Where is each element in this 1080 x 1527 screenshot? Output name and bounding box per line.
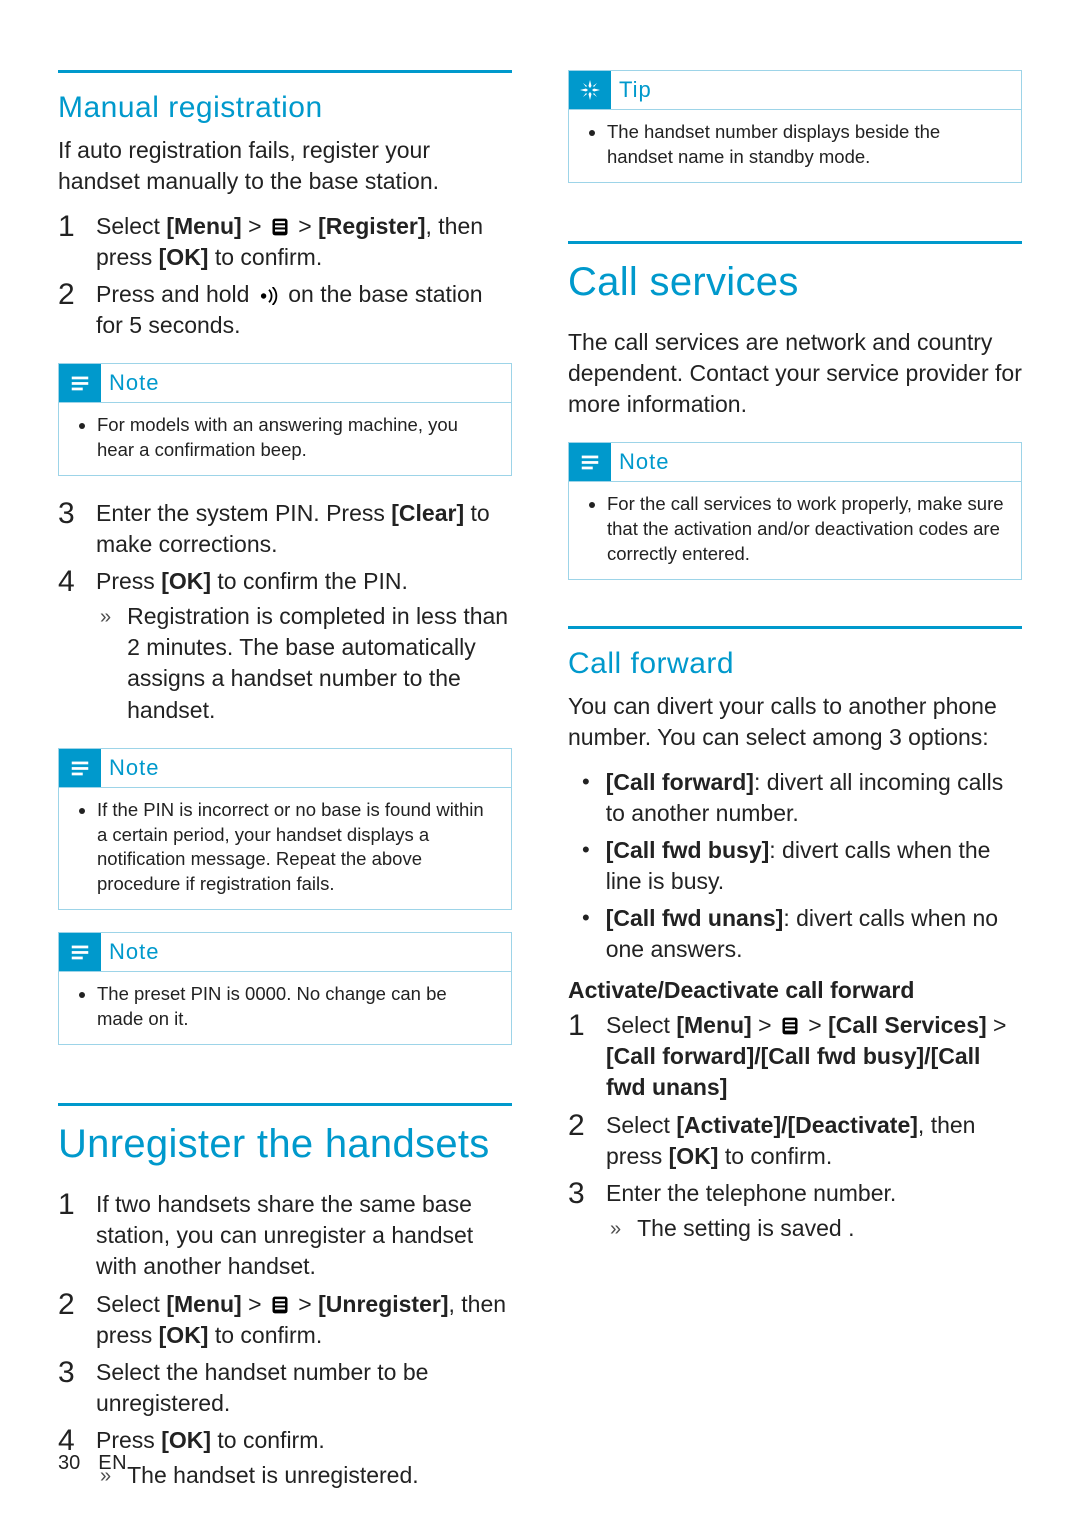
step-1: 1 Select [Menu] > > [Call Services] > [C… — [568, 1010, 1022, 1103]
step-3: 3 Enter the system PIN. Press [Clear] to… — [58, 498, 512, 560]
note-box: Note The preset PIN is 0000. No change c… — [58, 932, 512, 1045]
step-number: 1 — [58, 1189, 78, 1221]
note-text: For the call services to work properly, … — [607, 492, 1007, 567]
note-icon — [59, 364, 101, 402]
steps-list-unregister: 1 If two handsets share the same base st… — [58, 1189, 512, 1490]
note-text: The preset PIN is 0000. No change can be… — [97, 982, 497, 1032]
list-item: [Call forward]: divert all incoming call… — [568, 767, 1022, 829]
step-number: 1 — [58, 211, 78, 243]
settings-icon — [780, 1016, 800, 1036]
step-body: Enter the telephone number. »The setting… — [606, 1178, 1022, 1244]
step-1: 1 Select [Menu] > > [Register], then pre… — [58, 211, 512, 273]
heading-call-forward: Call forward — [568, 626, 1022, 681]
settings-icon — [270, 1295, 290, 1315]
tip-box: Tip The handset number displays beside t… — [568, 70, 1022, 183]
result-arrow-icon: » — [100, 604, 111, 725]
step-number: 4 — [58, 566, 78, 598]
step-number: 2 — [58, 279, 78, 311]
two-column-layout: Manual registration If auto registration… — [58, 70, 1022, 1507]
step-number: 3 — [58, 498, 78, 530]
step-body: Select [Menu] > > [Call Services] > [Cal… — [606, 1010, 1022, 1103]
note-label: Note — [109, 370, 159, 396]
step-number: 2 — [568, 1110, 588, 1142]
sub-heading: Activate/Deactivate call forward — [568, 977, 1022, 1004]
antenna-icon — [258, 287, 280, 305]
result-text: The handset is unregistered. — [127, 1460, 419, 1491]
note-icon — [569, 443, 611, 481]
step-number: 1 — [568, 1010, 588, 1042]
paragraph: You can divert your calls to another pho… — [568, 691, 1022, 753]
steps-list-call-forward: 1 Select [Menu] > > [Call Services] > [C… — [568, 1010, 1022, 1243]
steps-list-manual-registration-a: 1 Select [Menu] > > [Register], then pre… — [58, 211, 512, 341]
step-2: 2 Press and hold on the base station for… — [58, 279, 512, 341]
note-label: Note — [109, 755, 159, 781]
list-item: [Call fwd busy]: divert calls when the l… — [568, 835, 1022, 897]
note-label: Note — [619, 449, 669, 475]
step-number: 2 — [58, 1289, 78, 1321]
note-text: For models with an answering machine, yo… — [97, 413, 497, 463]
note-icon — [59, 933, 101, 971]
tip-text: The handset number displays beside the h… — [607, 120, 1007, 170]
step-body: Select [Menu] > > [Register], then press… — [96, 211, 512, 273]
step-body: Press [OK] to confirm the PIN. »Registra… — [96, 566, 512, 725]
result-text: The setting is saved . — [637, 1213, 854, 1244]
step-2: 2 Select [Activate]/[Deactivate], then p… — [568, 1110, 1022, 1172]
heading-unregister: Unregister the handsets — [58, 1103, 512, 1167]
list-item: [Call fwd unans]: divert calls when no o… — [568, 903, 1022, 965]
page-footer: 30 EN — [58, 1452, 127, 1475]
step-body: Select [Menu] > > [Unregister], then pre… — [96, 1289, 512, 1351]
note-box: Note For the call services to work prope… — [568, 442, 1022, 580]
paragraph: The call services are network and countr… — [568, 327, 1022, 420]
intro-paragraph: If auto registration fails, register you… — [58, 135, 512, 197]
step-2: 2 Select [Menu] > > [Unregister], then p… — [58, 1289, 512, 1351]
tip-label: Tip — [619, 77, 652, 103]
step-4: 4 Press [OK] to confirm the PIN. »Regist… — [58, 566, 512, 725]
result-arrow-icon: » — [610, 1216, 621, 1244]
heading-manual-registration: Manual registration — [58, 70, 512, 125]
step-3: 3 Select the handset number to be unregi… — [58, 1357, 512, 1419]
step-body: Select [Activate]/[Deactivate], then pre… — [606, 1110, 1022, 1172]
right-column: Tip The handset number displays beside t… — [568, 70, 1022, 1507]
steps-list-manual-registration-b: 3 Enter the system PIN. Press [Clear] to… — [58, 498, 512, 725]
note-label: Note — [109, 939, 159, 965]
step-body: Select the handset number to be unregist… — [96, 1357, 512, 1419]
result-text: Registration is completed in less than 2… — [127, 601, 512, 725]
step-3: 3 Enter the telephone number. »The setti… — [568, 1178, 1022, 1244]
note-box: Note If the PIN is incorrect or no base … — [58, 748, 512, 911]
tip-icon — [569, 71, 611, 109]
step-number: 3 — [58, 1357, 78, 1389]
heading-call-services: Call services — [568, 241, 1022, 305]
language-code: EN — [98, 1452, 127, 1474]
step-body: Enter the system PIN. Press [Clear] to m… — [96, 498, 512, 560]
note-box: Note For models with an answering machin… — [58, 363, 512, 476]
step-body: Press and hold on the base station for 5… — [96, 279, 512, 341]
note-text: If the PIN is incorrect or no base is fo… — [97, 798, 497, 898]
note-icon — [59, 749, 101, 787]
step-number: 3 — [568, 1178, 588, 1210]
options-list: [Call forward]: divert all incoming call… — [568, 767, 1022, 965]
settings-icon — [270, 217, 290, 237]
step-body: Press [OK] to confirm. »The handset is u… — [96, 1425, 512, 1491]
left-column: Manual registration If auto registration… — [58, 70, 512, 1507]
page-number: 30 — [58, 1452, 80, 1474]
step-body: If two handsets share the same base stat… — [96, 1189, 512, 1282]
step-1: 1 If two handsets share the same base st… — [58, 1189, 512, 1282]
manual-page: Manual registration If auto registration… — [0, 0, 1080, 1527]
